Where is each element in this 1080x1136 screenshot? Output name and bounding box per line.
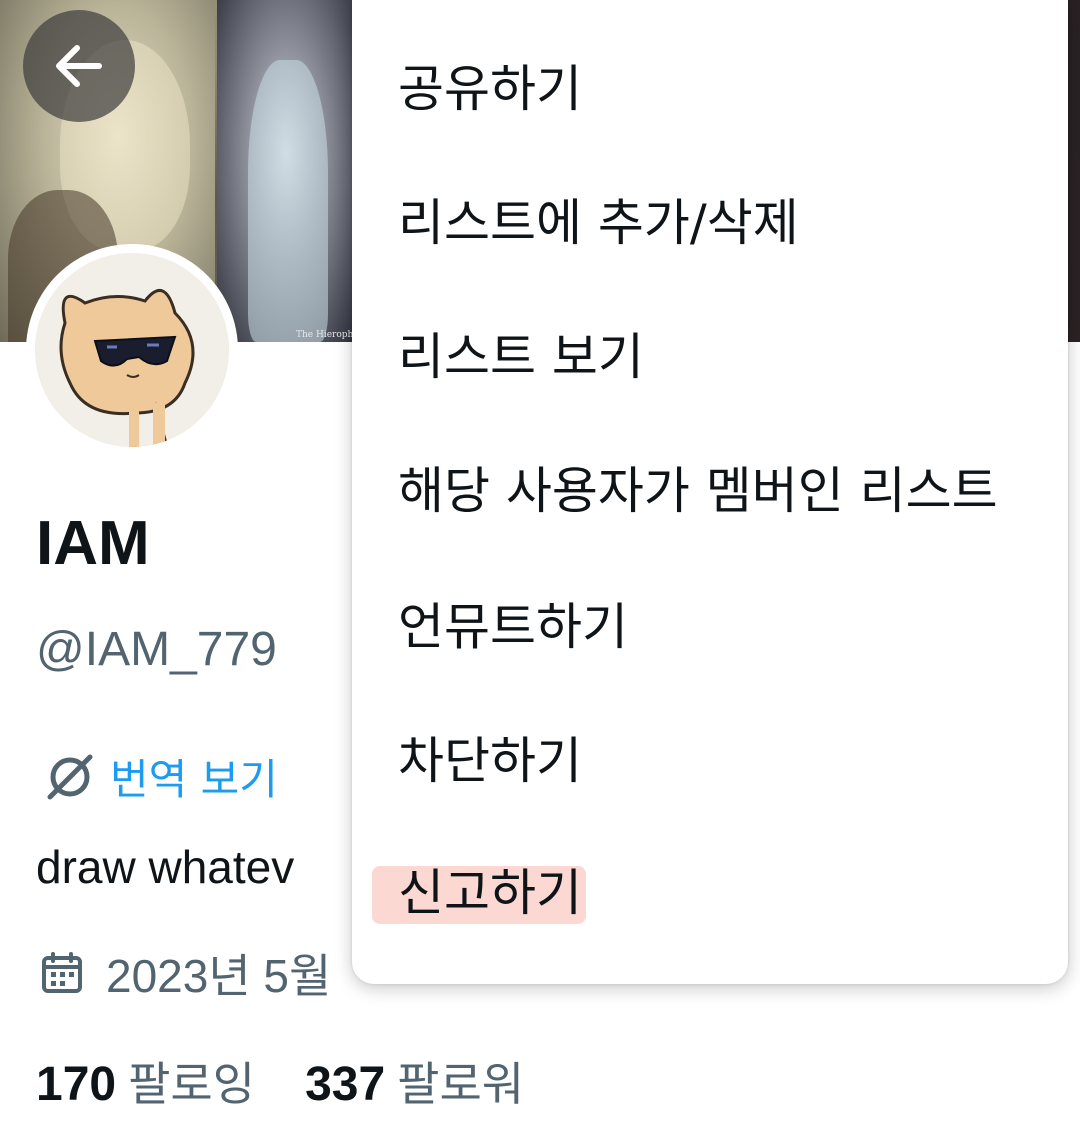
arrow-left-icon	[56, 45, 102, 87]
menu-item-label: 해당 사용자가 멤버인 리스트	[398, 462, 998, 520]
followers-label: 팔로워	[397, 1057, 525, 1111]
profile-overflow-menu: 공유하기 리스트에 추가/삭제 리스트 보기 해당 사용자가 멤버인 리스트 언…	[352, 0, 1068, 984]
following-label: 팔로잉	[128, 1057, 256, 1111]
banner-figure	[248, 60, 328, 342]
menu-item-block[interactable]: 차단하기	[352, 694, 1068, 828]
avatar[interactable]	[26, 244, 238, 456]
menu-item-label: 공유하기	[398, 60, 582, 118]
menu-item-share[interactable]: 공유하기	[352, 22, 1068, 156]
followers-count: 337	[305, 1058, 386, 1111]
back-button[interactable]	[23, 10, 135, 122]
calendar-icon	[42, 952, 82, 993]
avatar-image	[35, 253, 229, 447]
join-date-text: 2023년 5월	[106, 950, 332, 1002]
follow-stats: 170 팔로잉 337 팔로워	[36, 1048, 524, 1114]
cat-sunglasses-icon	[35, 253, 229, 447]
bio: draw whatev	[36, 841, 295, 893]
translate-label: 번역 보기	[110, 755, 278, 804]
menu-item-view-lists[interactable]: 리스트 보기	[352, 290, 1068, 424]
following-link[interactable]: 170 팔로잉	[36, 1048, 255, 1114]
display-name: IAM	[36, 509, 150, 578]
menu-item-member-lists[interactable]: 해당 사용자가 멤버인 리스트	[352, 424, 1068, 558]
menu-item-label: 리스트에 추가/삭제	[398, 194, 799, 252]
menu-item-label: 차단하기	[398, 732, 582, 790]
menu-item-add-remove-list[interactable]: 리스트에 추가/삭제	[352, 156, 1068, 290]
translate-link[interactable]: 번역 보기	[44, 746, 278, 807]
menu-item-label: 신고하기	[372, 866, 586, 924]
globe-slash-icon	[47, 754, 93, 799]
join-date: 2023년 5월	[40, 940, 331, 1006]
menu-item-report[interactable]: 신고하기	[352, 828, 1068, 962]
menu-item-label: 언뮤트하기	[398, 598, 628, 656]
menu-item-unmute[interactable]: 언뮤트하기	[352, 560, 1068, 694]
followers-link[interactable]: 337 팔로워	[305, 1048, 524, 1114]
user-handle: @IAM_779	[36, 623, 277, 676]
menu-item-label: 리스트 보기	[398, 328, 644, 386]
following-count: 170	[36, 1058, 117, 1111]
banner-caption: The Hieropha	[296, 330, 359, 340]
